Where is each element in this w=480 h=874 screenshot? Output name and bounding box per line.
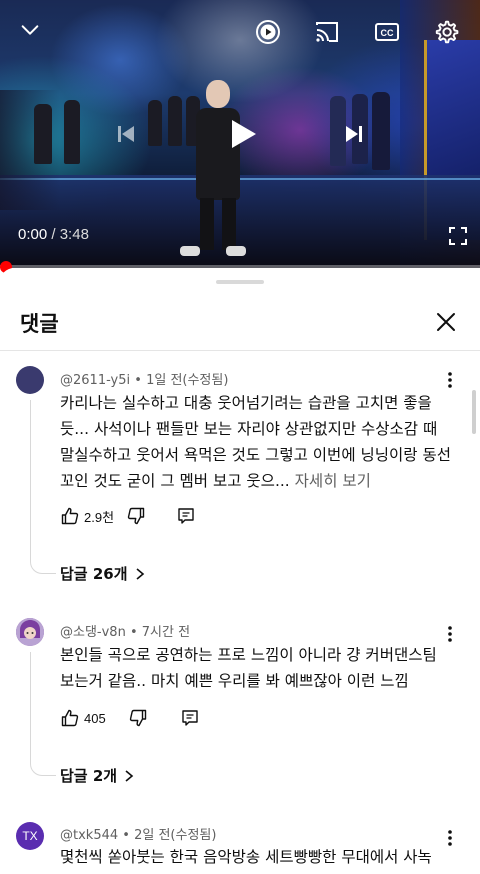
- performer: [64, 100, 80, 164]
- host-leg: [200, 198, 214, 250]
- comment-meta: @2611-y5i • 1일 전(수정됨): [60, 373, 229, 388]
- host-head: [206, 80, 230, 108]
- scrollbar[interactable]: [472, 390, 476, 434]
- reply-icon[interactable]: [176, 506, 196, 526]
- avatar[interactable]: [16, 366, 44, 394]
- comment-actions: 405: [60, 706, 200, 730]
- thread-line: [30, 400, 56, 574]
- chevron-right-icon: [123, 766, 135, 786]
- comment-author[interactable]: @소댕-v8n: [60, 625, 126, 640]
- thread-line: [30, 652, 56, 776]
- previous-icon[interactable]: [114, 122, 138, 146]
- cast-icon[interactable]: [313, 18, 341, 46]
- host-leg: [222, 198, 236, 250]
- stage-edge: [0, 178, 480, 180]
- view-replies-button[interactable]: 답글 2개: [60, 765, 135, 786]
- replies-label: 답글 2개: [60, 767, 118, 785]
- comment-meta: @소댕-v8n • 7시간 전: [60, 625, 191, 640]
- avatar-initials: TX: [22, 829, 38, 843]
- comment-text[interactable]: 몇천씩 쏟아붓는 한국 음악방송 세트빵빵한 무대에서 사녹: [60, 844, 455, 870]
- host-shoe: [180, 246, 200, 256]
- duration: 3:48: [59, 226, 89, 243]
- performer: [148, 100, 162, 146]
- play-icon[interactable]: [226, 116, 260, 152]
- drag-handle[interactable]: [216, 280, 264, 284]
- like-count: 2.9천: [84, 509, 115, 525]
- panel-title: 댓글: [20, 312, 59, 336]
- settings-icon[interactable]: [432, 18, 460, 46]
- read-more-link[interactable]: 자세히 보기: [295, 472, 371, 490]
- chevron-down-icon[interactable]: [18, 18, 42, 42]
- dislike-icon[interactable]: [128, 708, 148, 728]
- view-replies-button[interactable]: 답글 26개: [60, 563, 146, 584]
- avatar[interactable]: TX: [16, 822, 44, 850]
- svg-text:CC: CC: [381, 28, 394, 38]
- like-icon[interactable]: [60, 708, 80, 728]
- captions-icon[interactable]: CC: [373, 18, 401, 46]
- avatar[interactable]: [16, 618, 44, 646]
- autoplay-icon[interactable]: [254, 18, 282, 46]
- comments-panel: 댓글 @2611-y5i • 1일 전(수정됨) 카리나는 실수하고 대충 웃어…: [0, 268, 480, 874]
- chevron-right-icon: [134, 564, 146, 584]
- performer: [168, 96, 182, 146]
- reply-icon[interactable]: [180, 708, 200, 728]
- comment-text[interactable]: 카리나는 실수하고 대충 웃어넘기려는 습관을 고치면 좋을 듯... 사석이나…: [60, 390, 455, 494]
- like-icon[interactable]: [60, 506, 80, 526]
- comment-text-body: 카리나는 실수하고 대충 웃어넘기려는 습관을 고치면 좋을 듯... 사석이나…: [60, 394, 451, 490]
- comment-time: 2일 전(수정됨): [134, 828, 217, 843]
- comment-author[interactable]: @txk544: [60, 828, 118, 843]
- close-icon[interactable]: [432, 308, 460, 336]
- performer: [372, 92, 390, 170]
- dislike-icon[interactable]: [126, 506, 146, 526]
- time-display: 0:00 / 3:48: [18, 226, 89, 243]
- comment-text[interactable]: 본인들 곡으로 공연하는 프로 느낌이 아니라 걍 커버댄스팀 보는거 같음..…: [60, 642, 455, 694]
- comment-time: 7시간 전: [141, 625, 191, 640]
- next-icon[interactable]: [342, 122, 366, 146]
- comment-time: 1일 전(수정됨): [146, 373, 229, 388]
- video-player[interactable]: CC 0:00 / 3:48: [0, 0, 480, 268]
- current-time: 0:00: [18, 226, 48, 243]
- divider: [0, 350, 480, 351]
- host-shoe: [226, 246, 246, 256]
- like-count: 405: [84, 710, 106, 726]
- more-vert-icon[interactable]: [440, 370, 460, 390]
- comment-actions: 2.9천: [60, 504, 196, 528]
- comment-meta: @txk544 • 2일 전(수정됨): [60, 828, 217, 843]
- more-vert-icon[interactable]: [440, 624, 460, 644]
- performer: [34, 104, 52, 164]
- replies-label: 답글 26개: [60, 565, 128, 583]
- comment-author[interactable]: @2611-y5i: [60, 373, 130, 388]
- fullscreen-icon[interactable]: [446, 224, 470, 248]
